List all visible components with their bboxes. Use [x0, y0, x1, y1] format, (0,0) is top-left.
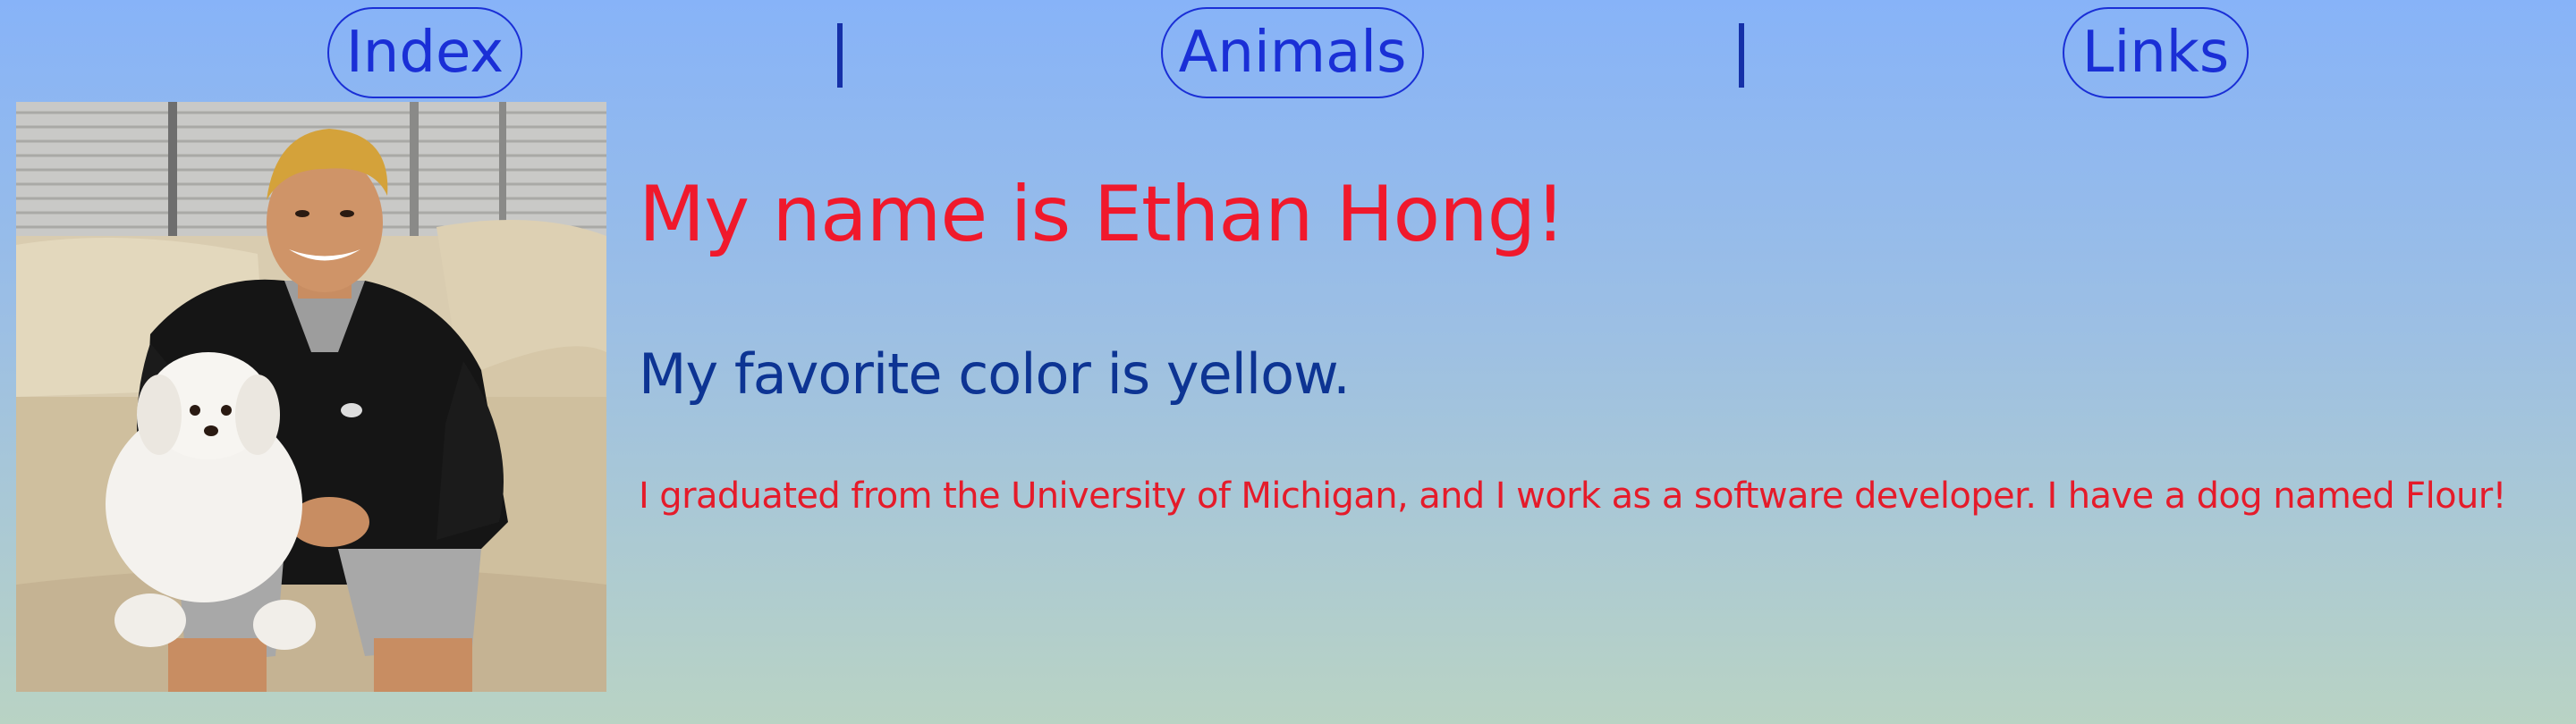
top-navigation: Index Animals Links — [0, 7, 2576, 102]
nav-link-index[interactable]: Index — [327, 7, 522, 98]
profile-photo-illustration — [16, 102, 606, 692]
nav-separator — [1739, 23, 1744, 88]
favorite-color-text: My favorite color is yellow. — [639, 341, 1351, 407]
profile-photo — [16, 102, 606, 692]
nav-separator — [837, 23, 843, 88]
bio-text: I graduated from the University of Michi… — [639, 476, 2507, 517]
page-title: My name is Ethan Hong! — [639, 170, 1566, 259]
nav-link-animals[interactable]: Animals — [1161, 7, 1424, 98]
nav-link-links[interactable]: Links — [2063, 7, 2249, 98]
